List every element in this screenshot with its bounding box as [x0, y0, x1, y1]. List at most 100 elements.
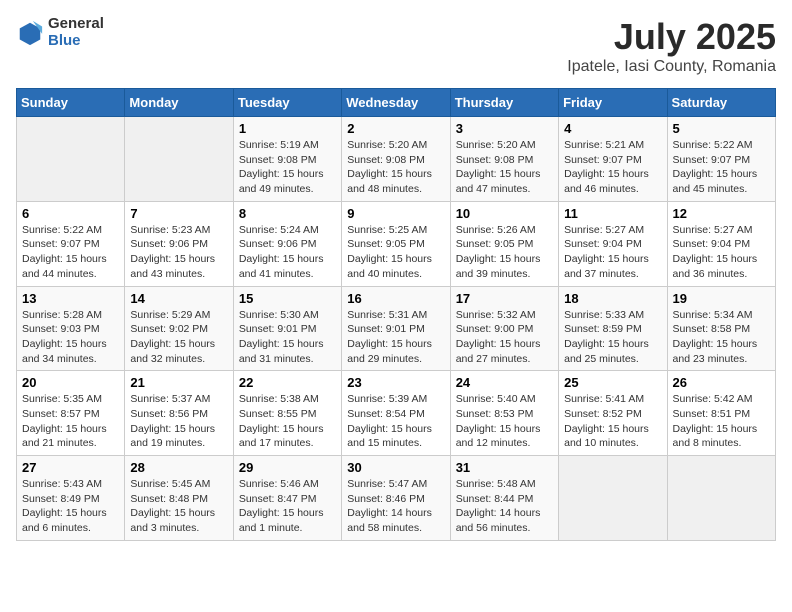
cell-info: Sunrise: 5:37 AMSunset: 8:56 PMDaylight:… [130, 392, 227, 451]
cell-info: Sunrise: 5:48 AMSunset: 8:44 PMDaylight:… [456, 477, 553, 536]
day-number: 23 [347, 375, 444, 390]
weekday-header-monday: Monday [125, 89, 233, 117]
calendar-cell: 20Sunrise: 5:35 AMSunset: 8:57 PMDayligh… [17, 371, 125, 456]
day-number: 19 [673, 291, 770, 306]
calendar-week-row: 6 Sunrise: 5:22 AMSunset: 9:07 PMDaylight… [17, 201, 776, 286]
day-number: 9 [347, 206, 444, 221]
day-number: 17 [456, 291, 553, 306]
cell-info: Sunrise: 5:34 AMSunset: 8:58 PMDaylight:… [673, 308, 770, 367]
day-number: 11 [564, 206, 661, 221]
calendar-week-row: 1 Sunrise: 5:19 AMSunset: 9:08 PMDaylight… [17, 117, 776, 202]
calendar-cell [559, 456, 667, 541]
logo: General Blue [16, 16, 104, 49]
cell-info: Sunrise: 5:23 AMSunset: 9:06 PMDaylight:… [130, 223, 227, 282]
calendar-cell: 19 Sunrise: 5:34 AMSunset: 8:58 PMDayligh… [667, 286, 775, 371]
weekday-header-thursday: Thursday [450, 89, 558, 117]
cell-info: Sunrise: 5:39 AMSunset: 8:54 PMDaylight:… [347, 392, 444, 451]
cell-info: Sunrise: 5:46 AMSunset: 8:47 PMDaylight:… [239, 477, 336, 536]
calendar-cell: 28 Sunrise: 5:45 AMSunset: 8:48 PMDayligh… [125, 456, 233, 541]
calendar-cell: 9 Sunrise: 5:25 AMSunset: 9:05 PMDaylight… [342, 201, 450, 286]
cell-info: Sunrise: 5:22 AMSunset: 9:07 PMDaylight:… [673, 138, 770, 197]
cell-info: Sunrise: 5:43 AMSunset: 8:49 PMDaylight:… [22, 477, 119, 536]
day-number: 8 [239, 206, 336, 221]
calendar-cell: 17 Sunrise: 5:32 AMSunset: 9:00 PMDayligh… [450, 286, 558, 371]
cell-info: Sunrise: 5:32 AMSunset: 9:00 PMDaylight:… [456, 308, 553, 367]
calendar-cell: 26 Sunrise: 5:42 AMSunset: 8:51 PMDayligh… [667, 371, 775, 456]
day-number: 15 [239, 291, 336, 306]
cell-info: Sunrise: 5:19 AMSunset: 9:08 PMDaylight:… [239, 138, 336, 197]
day-number: 7 [130, 206, 227, 221]
day-number: 30 [347, 460, 444, 475]
calendar-cell: 25 Sunrise: 5:41 AMSunset: 8:52 PMDayligh… [559, 371, 667, 456]
calendar-cell: 18 Sunrise: 5:33 AMSunset: 8:59 PMDayligh… [559, 286, 667, 371]
calendar-subtitle: Ipatele, Iasi County, Romania [567, 58, 776, 76]
calendar-cell: 4Sunrise: 5:21 AMSunset: 9:07 PMDaylight… [559, 117, 667, 202]
cell-info: Sunrise: 5:28 AMSunset: 9:03 PMDaylight:… [22, 308, 119, 367]
day-number: 28 [130, 460, 227, 475]
calendar-cell: 27Sunrise: 5:43 AMSunset: 8:49 PMDayligh… [17, 456, 125, 541]
calendar-cell: 10 Sunrise: 5:26 AMSunset: 9:05 PMDayligh… [450, 201, 558, 286]
logo-icon [16, 19, 44, 47]
day-number: 6 [22, 206, 119, 221]
calendar-cell: 11 Sunrise: 5:27 AMSunset: 9:04 PMDayligh… [559, 201, 667, 286]
calendar-cell: 14 Sunrise: 5:29 AMSunset: 9:02 PMDayligh… [125, 286, 233, 371]
calendar-cell: 12Sunrise: 5:27 AMSunset: 9:04 PMDayligh… [667, 201, 775, 286]
day-number: 29 [239, 460, 336, 475]
cell-info: Sunrise: 5:21 AMSunset: 9:07 PMDaylight:… [564, 138, 661, 197]
day-number: 10 [456, 206, 553, 221]
calendar-cell: 22Sunrise: 5:38 AMSunset: 8:55 PMDayligh… [233, 371, 341, 456]
calendar-week-row: 20Sunrise: 5:35 AMSunset: 8:57 PMDayligh… [17, 371, 776, 456]
calendar-cell: 2Sunrise: 5:20 AMSunset: 9:08 PMDaylight… [342, 117, 450, 202]
calendar-cell: 21 Sunrise: 5:37 AMSunset: 8:56 PMDayligh… [125, 371, 233, 456]
cell-info: Sunrise: 5:29 AMSunset: 9:02 PMDaylight:… [130, 308, 227, 367]
cell-info: Sunrise: 5:42 AMSunset: 8:51 PMDaylight:… [673, 392, 770, 451]
calendar-cell [667, 456, 775, 541]
calendar-cell: 5Sunrise: 5:22 AMSunset: 9:07 PMDaylight… [667, 117, 775, 202]
day-number: 25 [564, 375, 661, 390]
weekday-header-friday: Friday [559, 89, 667, 117]
calendar-cell: 8Sunrise: 5:24 AMSunset: 9:06 PMDaylight… [233, 201, 341, 286]
day-number: 21 [130, 375, 227, 390]
cell-info: Sunrise: 5:27 AMSunset: 9:04 PMDaylight:… [564, 223, 661, 282]
weekday-header-sunday: Sunday [17, 89, 125, 117]
calendar-week-row: 27Sunrise: 5:43 AMSunset: 8:49 PMDayligh… [17, 456, 776, 541]
cell-info: Sunrise: 5:22 AMSunset: 9:07 PMDaylight:… [22, 223, 119, 282]
cell-info: Sunrise: 5:31 AMSunset: 9:01 PMDaylight:… [347, 308, 444, 367]
calendar-table: SundayMondayTuesdayWednesdayThursdayFrid… [16, 88, 776, 541]
cell-info: Sunrise: 5:33 AMSunset: 8:59 PMDaylight:… [564, 308, 661, 367]
cell-info: Sunrise: 5:35 AMSunset: 8:57 PMDaylight:… [22, 392, 119, 451]
weekday-header-wednesday: Wednesday [342, 89, 450, 117]
day-number: 24 [456, 375, 553, 390]
calendar-cell: 7 Sunrise: 5:23 AMSunset: 9:06 PMDaylight… [125, 201, 233, 286]
weekday-header-saturday: Saturday [667, 89, 775, 117]
cell-info: Sunrise: 5:30 AMSunset: 9:01 PMDaylight:… [239, 308, 336, 367]
day-number: 26 [673, 375, 770, 390]
day-number: 22 [239, 375, 336, 390]
cell-info: Sunrise: 5:20 AMSunset: 9:08 PMDaylight:… [347, 138, 444, 197]
calendar-cell: 24 Sunrise: 5:40 AMSunset: 8:53 PMDayligh… [450, 371, 558, 456]
cell-info: Sunrise: 5:41 AMSunset: 8:52 PMDaylight:… [564, 392, 661, 451]
calendar-cell: 16 Sunrise: 5:31 AMSunset: 9:01 PMDayligh… [342, 286, 450, 371]
calendar-cell: 29 Sunrise: 5:46 AMSunset: 8:47 PMDayligh… [233, 456, 341, 541]
calendar-cell: 6 Sunrise: 5:22 AMSunset: 9:07 PMDaylight… [17, 201, 125, 286]
cell-info: Sunrise: 5:45 AMSunset: 8:48 PMDaylight:… [130, 477, 227, 536]
day-number: 16 [347, 291, 444, 306]
cell-info: Sunrise: 5:40 AMSunset: 8:53 PMDaylight:… [456, 392, 553, 451]
day-number: 3 [456, 121, 553, 136]
calendar-cell: 3 Sunrise: 5:20 AMSunset: 9:08 PMDaylight… [450, 117, 558, 202]
calendar-week-row: 13 Sunrise: 5:28 AMSunset: 9:03 PMDayligh… [17, 286, 776, 371]
cell-info: Sunrise: 5:20 AMSunset: 9:08 PMDaylight:… [456, 138, 553, 197]
title-block: July 2025 Ipatele, Iasi County, Romania [567, 16, 776, 76]
cell-info: Sunrise: 5:47 AMSunset: 8:46 PMDaylight:… [347, 477, 444, 536]
day-number: 1 [239, 121, 336, 136]
cell-info: Sunrise: 5:27 AMSunset: 9:04 PMDaylight:… [673, 223, 770, 282]
day-number: 31 [456, 460, 553, 475]
day-number: 18 [564, 291, 661, 306]
day-number: 13 [22, 291, 119, 306]
calendar-title: July 2025 [567, 16, 776, 58]
logo-general-text: General [48, 16, 104, 33]
page-header: General Blue July 2025 Ipatele, Iasi Cou… [16, 16, 776, 76]
cell-info: Sunrise: 5:25 AMSunset: 9:05 PMDaylight:… [347, 223, 444, 282]
day-number: 14 [130, 291, 227, 306]
cell-info: Sunrise: 5:26 AMSunset: 9:05 PMDaylight:… [456, 223, 553, 282]
